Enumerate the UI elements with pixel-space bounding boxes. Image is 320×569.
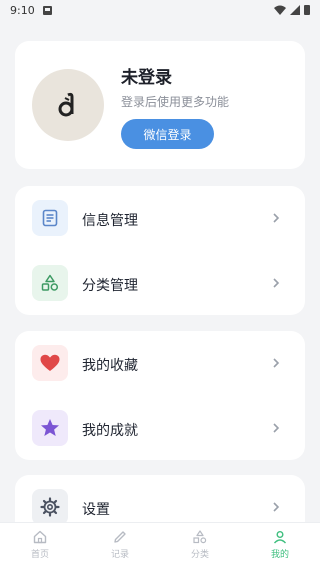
menu-item-achievements[interactable]: 我的成就 xyxy=(15,396,305,460)
shapes-icon xyxy=(193,530,207,544)
menu-item-category-manage[interactable]: 分类管理 xyxy=(15,251,305,315)
gear-icon xyxy=(40,497,60,517)
person-icon xyxy=(273,531,287,544)
chevron-right-icon xyxy=(273,423,280,433)
status-time: 9:10 xyxy=(10,3,35,17)
favorites-icon-box xyxy=(32,345,68,381)
achievements-icon-box xyxy=(32,410,68,446)
tab-label: 我的 xyxy=(270,550,289,560)
login-hint: 登录后使用更多功能 xyxy=(121,95,230,109)
menu-item-label: 设置 xyxy=(82,502,110,518)
home-icon xyxy=(33,530,47,544)
tab-label: 首页 xyxy=(30,550,49,560)
status-bar: 9:10 xyxy=(0,0,320,20)
menu-item-favorites[interactable]: 我的收藏 xyxy=(15,331,305,395)
tab-label: 记录 xyxy=(110,550,129,560)
pencil-icon xyxy=(114,531,126,543)
menu-item-label: 信息管理 xyxy=(82,213,138,229)
signal-icon xyxy=(290,5,300,15)
chevron-right-icon xyxy=(273,278,280,288)
avatar[interactable] xyxy=(32,69,104,141)
menu-group-manage: 信息管理 分类管理 xyxy=(15,186,305,315)
tab-mine[interactable]: 我的 xyxy=(240,523,320,569)
info-manage-icon-box xyxy=(32,200,68,236)
login-status-title: 未登录 xyxy=(121,68,172,88)
bottom-tab-bar: 首页 记录 分类 我的 xyxy=(0,522,320,569)
star-icon xyxy=(41,419,59,436)
notification-icon xyxy=(42,5,52,15)
logo-icon xyxy=(58,92,74,117)
tab-home[interactable]: 首页 xyxy=(0,523,80,569)
profile-card: 未登录 登录后使用更多功能 微信登录 xyxy=(15,41,305,169)
menu-item-label: 分类管理 xyxy=(82,278,138,294)
chevron-right-icon xyxy=(273,213,280,223)
chevron-right-icon xyxy=(273,358,280,368)
tab-label: 分类 xyxy=(190,550,209,560)
settings-icon-box xyxy=(32,489,68,525)
shapes-icon xyxy=(41,274,59,291)
wechat-login-button[interactable]: 微信登录 xyxy=(121,119,214,149)
tab-record[interactable]: 记录 xyxy=(80,523,160,569)
heart-icon xyxy=(40,354,60,371)
menu-item-info-manage[interactable]: 信息管理 xyxy=(15,186,305,250)
menu-item-label: 我的收藏 xyxy=(82,358,138,374)
tab-category[interactable]: 分类 xyxy=(160,523,240,569)
category-manage-icon-box xyxy=(32,265,68,301)
menu-item-label: 我的成就 xyxy=(82,423,138,439)
chevron-right-icon xyxy=(273,502,280,512)
battery-icon xyxy=(304,5,310,15)
menu-group-personal: 我的收藏 我的成就 xyxy=(15,331,305,460)
wifi-icon xyxy=(274,5,286,15)
document-icon xyxy=(42,209,58,227)
